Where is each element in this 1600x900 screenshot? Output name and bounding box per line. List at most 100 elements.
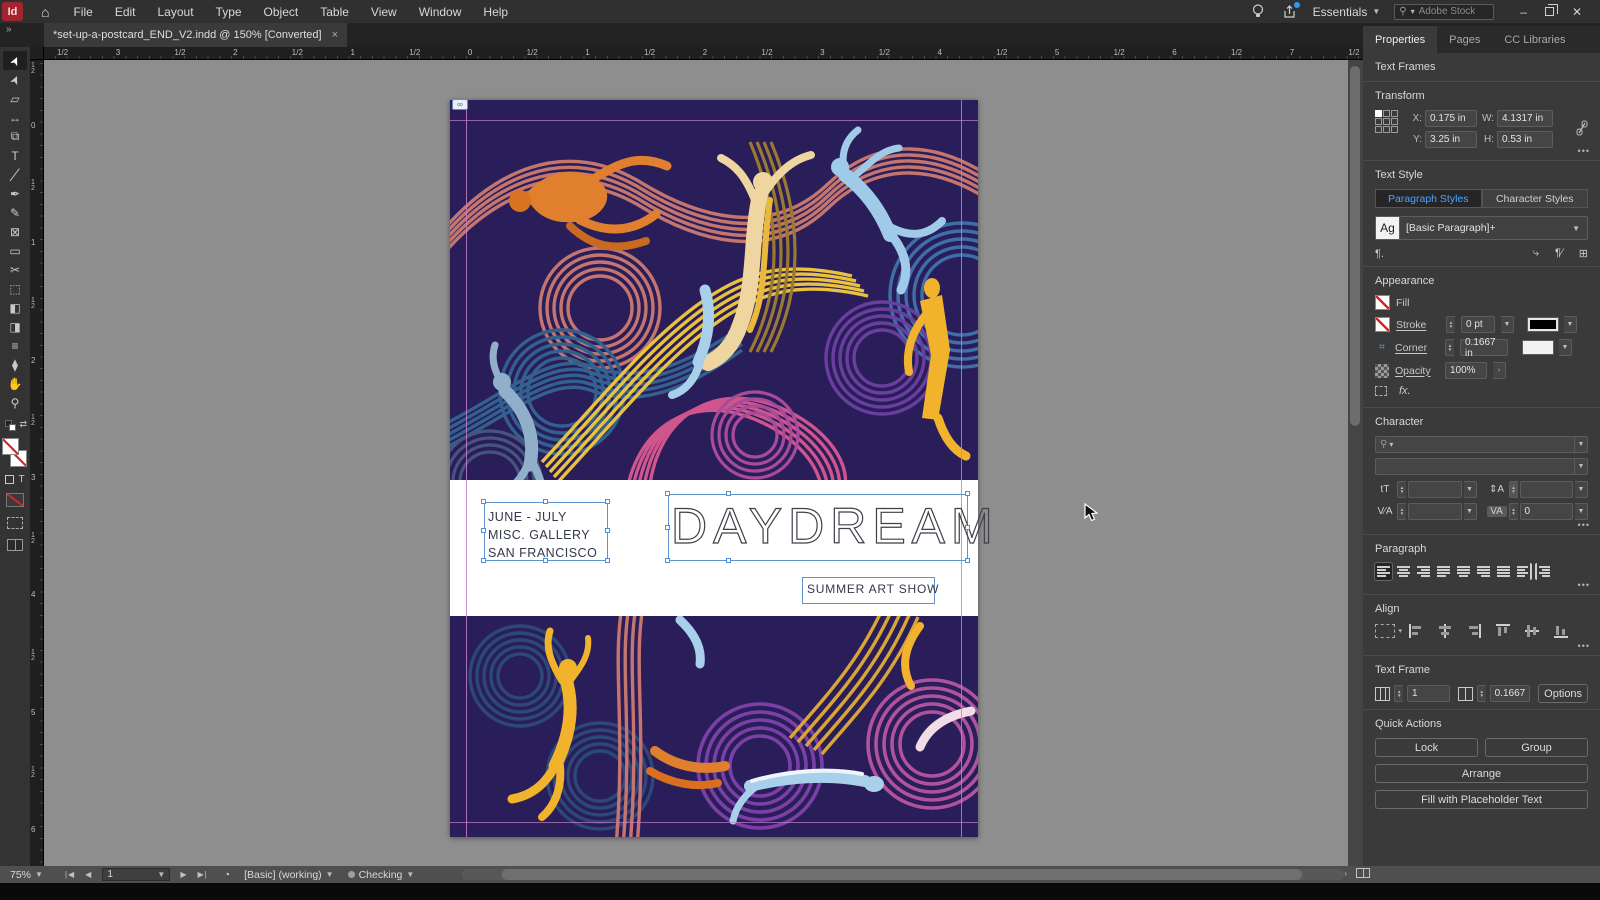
align-bottom-edges-button[interactable] [1553, 623, 1569, 639]
gradient-feather-tool[interactable]: ◨ [3, 317, 27, 336]
gradient-tool[interactable]: ◧ [3, 298, 27, 317]
menu-object[interactable]: Object [264, 5, 299, 19]
pasteboard[interactable]: ∞ JUNE - JULY MISC. GALLERY SAN FRANCISC… [44, 60, 1348, 866]
menu-edit[interactable]: Edit [115, 5, 136, 19]
share-icon[interactable] [1281, 1, 1300, 21]
tab-pages[interactable]: Pages [1437, 26, 1492, 53]
stroke-color-swatch[interactable] [1527, 317, 1559, 332]
selection-handle[interactable] [481, 558, 486, 563]
paragraph-more-options[interactable]: ••• [1578, 580, 1590, 590]
note-tool[interactable]: ≡ [3, 336, 27, 355]
menu-window[interactable]: Window [419, 5, 462, 19]
menu-layout[interactable]: Layout [158, 5, 194, 19]
justify-last-center-button[interactable] [1455, 563, 1472, 580]
swap-fill-stroke-icon[interactable]: ⇄ [3, 418, 27, 434]
left-margin-guide[interactable] [466, 100, 467, 837]
align-left-edges-button[interactable] [1408, 623, 1424, 639]
horizontal-ruler[interactable]: 1/2 3 1/2 2 1/2 1 1/2 0 1/2 1 1/2 2 1/2 3 1/2 4 1/2 5 1/2 6… [44, 47, 1363, 60]
content-collector-tool[interactable]: ⧉ [3, 127, 27, 146]
zoom-tool[interactable]: ⚲ [3, 393, 27, 412]
direct-selection-tool[interactable]: ➤ [3, 70, 27, 89]
selection-handle[interactable] [965, 558, 970, 563]
page-tool[interactable]: ▱ [3, 89, 27, 108]
align-towards-spine-button[interactable] [1515, 563, 1532, 580]
stroke-color-dropdown[interactable]: ▼ [1564, 316, 1577, 333]
selection-handle[interactable] [965, 525, 970, 530]
font-style-dropdown[interactable]: ▼ [1575, 458, 1588, 475]
document-tab[interactable]: *set-up-a-postcard_END_V2.indd @ 150% [C… [44, 23, 348, 47]
apply-gradient-icon[interactable] [7, 517, 23, 529]
vertical-scrollbar[interactable] [1348, 60, 1363, 866]
reference-point-grid[interactable] [1375, 110, 1398, 148]
subtitle-text-frame[interactable]: SUMMER ART SHOW [802, 577, 938, 604]
pencil-tool[interactable]: ✎ [3, 203, 27, 222]
gutter-field[interactable]: 0.1667 [1489, 685, 1531, 702]
selection-handle[interactable] [481, 499, 486, 504]
corner-radius-field[interactable]: 0.1667 in [1460, 337, 1508, 359]
stroke-weight-dropdown[interactable]: ▼ [1501, 316, 1514, 333]
chevron-down-icon[interactable]: ▼ [1572, 224, 1580, 233]
align-more-options[interactable]: ••• [1578, 641, 1590, 651]
eyedropper-tool[interactable]: ⧫ [3, 355, 27, 374]
align-top-edges-button[interactable] [1495, 623, 1511, 639]
character-more-options[interactable]: ••• [1578, 520, 1590, 530]
stroke-weight-stepper[interactable]: ▲ ▼ [1446, 316, 1455, 333]
link-badge-icon[interactable]: ∞ [452, 99, 468, 110]
paragraph-styles-tab[interactable]: Paragraph Styles [1375, 189, 1482, 208]
object-state-icon[interactable] [1375, 386, 1387, 396]
fill-stroke-indicator[interactable] [2, 438, 28, 468]
selection-handle[interactable] [481, 528, 486, 533]
justify-last-left-button[interactable] [1435, 563, 1452, 580]
selection-handle[interactable] [726, 491, 731, 496]
formatting-affects-text-icon[interactable]: T [18, 474, 24, 485]
top-margin-guide[interactable] [450, 120, 978, 121]
font-size-field[interactable] [1408, 481, 1462, 498]
tool-panel-header[interactable]: » [0, 23, 44, 47]
home-icon[interactable]: ⌂ [41, 4, 49, 20]
x-position-field[interactable]: 0.175 in [1425, 110, 1477, 127]
character-styles-tab[interactable]: Character Styles [1481, 189, 1588, 208]
font-size-dropdown[interactable]: ▼ [1463, 481, 1477, 498]
workspace-switcher[interactable]: Essentials ▼ [1313, 5, 1381, 19]
learn-lightbulb-icon[interactable] [1249, 3, 1267, 21]
align-to-selector[interactable] [1375, 624, 1402, 638]
paragraph-mark-icon[interactable]: ¶. [1375, 248, 1384, 260]
horizontal-scrollbar-thumb[interactable] [502, 869, 1302, 880]
search-input[interactable] [1418, 6, 1489, 17]
align-horizontal-centers-button[interactable] [1437, 623, 1453, 639]
lock-button[interactable]: Lock [1375, 738, 1478, 757]
align-vertical-centers-button[interactable] [1524, 623, 1540, 639]
selection-handle[interactable] [543, 558, 548, 563]
menu-file[interactable]: File [73, 5, 92, 19]
selection-handle[interactable] [665, 525, 670, 530]
postcard-artwork-top[interactable] [450, 100, 978, 480]
dates-text-frame[interactable]: JUNE - JULY MISC. GALLERY SAN FRANCISCO [484, 502, 608, 561]
page-number-field[interactable]: 1 ▼ [102, 868, 171, 881]
corner-label[interactable]: Corner [1395, 342, 1439, 354]
corner-radius-stepper[interactable]: ▲ ▼ [1445, 339, 1454, 356]
selection-handle[interactable] [965, 491, 970, 496]
justify-all-button[interactable] [1495, 563, 1512, 580]
selection-handle[interactable] [543, 499, 548, 504]
fill-swatch-tool[interactable] [2, 438, 19, 455]
bottom-margin-guide[interactable] [450, 822, 978, 823]
kerning-dropdown[interactable]: ▼ [1463, 503, 1477, 520]
align-left-button[interactable] [1374, 562, 1393, 581]
align-right-button[interactable] [1415, 563, 1432, 580]
scroll-right-arrow[interactable]: › [1344, 869, 1348, 878]
menu-help[interactable]: Help [483, 5, 508, 19]
align-right-edges-button[interactable] [1466, 623, 1482, 639]
gutter-stepper[interactable]: ▲ ▼ [1476, 685, 1486, 702]
postcard-artwork-bottom[interactable] [450, 616, 978, 837]
tab-properties[interactable]: Properties [1363, 26, 1438, 53]
last-page-button[interactable]: ▶| [197, 870, 207, 879]
effects-fx-label[interactable]: fx. [1399, 385, 1411, 397]
leading-field[interactable] [1519, 481, 1573, 498]
font-size-stepper[interactable]: ▲ ▼ [1397, 481, 1406, 498]
opacity-label[interactable]: Opacity [1395, 365, 1439, 377]
tracking-dropdown[interactable]: ▼ [1575, 503, 1588, 520]
apply-none-swatch[interactable] [6, 493, 24, 507]
y-position-field[interactable]: 3.25 in [1425, 131, 1477, 148]
corner-shape-swatch[interactable] [1522, 340, 1554, 355]
align-center-button[interactable] [1395, 563, 1412, 580]
